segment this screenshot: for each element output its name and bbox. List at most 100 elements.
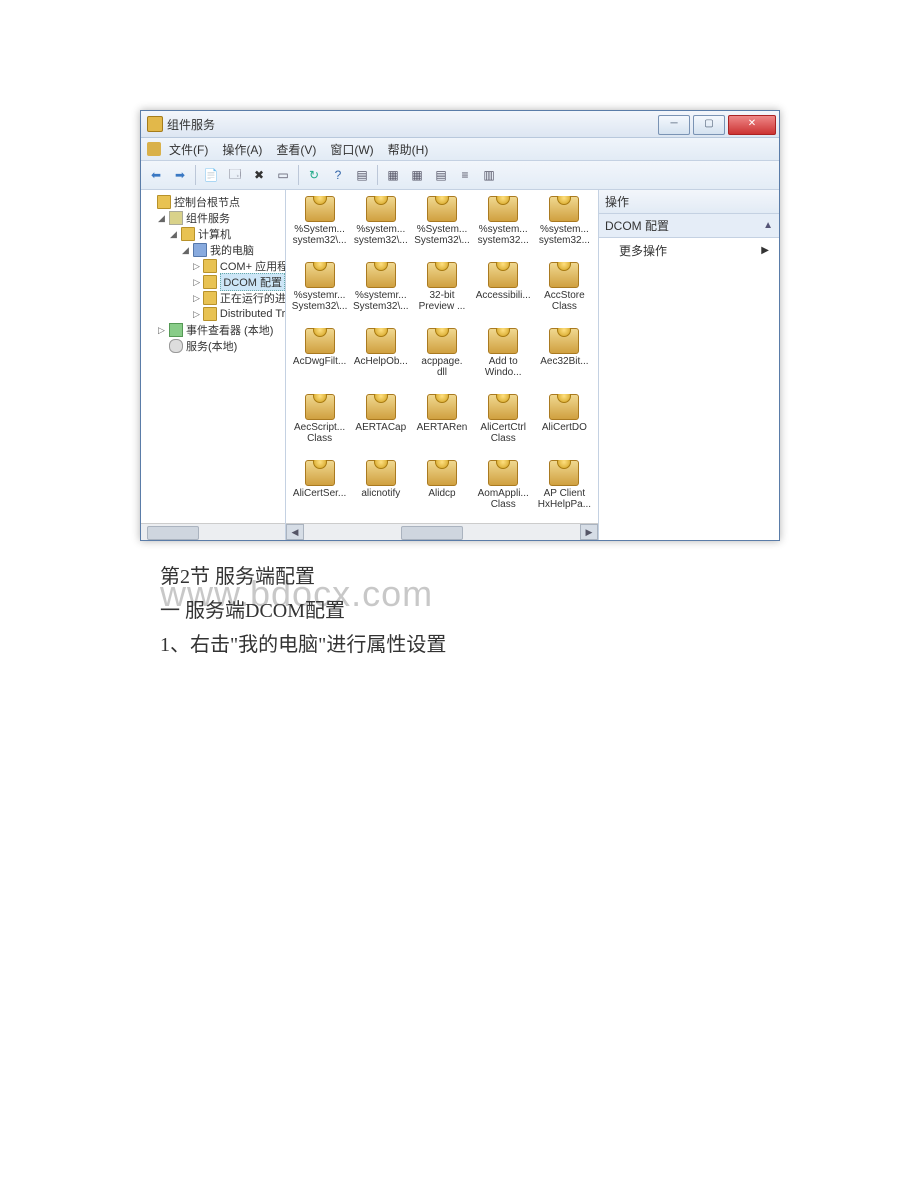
- package-icon: [427, 394, 457, 420]
- dcom-app-item[interactable]: AliCertCtrlClass: [474, 394, 533, 458]
- menu-window[interactable]: 窗口(W): [324, 139, 379, 160]
- dcom-app-item[interactable]: %system...system32...: [535, 196, 594, 260]
- view-button-5[interactable]: ▥: [478, 164, 500, 186]
- menubar: 文件(F) 操作(A) 查看(V) 窗口(W) 帮助(H): [141, 138, 779, 161]
- event-icon: [169, 323, 183, 337]
- package-icon: [427, 262, 457, 288]
- more-actions-item[interactable]: 更多操作 ▶: [599, 238, 779, 263]
- arrow-right-icon: ▶: [761, 245, 769, 256]
- titlebar[interactable]: 组件服务 ─ ▢ ✕: [141, 111, 779, 138]
- forward-button[interactable]: ➡: [169, 164, 191, 186]
- back-button[interactable]: ⬅: [145, 164, 167, 186]
- dcom-app-item[interactable]: AcHelpOb...: [351, 328, 410, 392]
- package-icon: [366, 328, 396, 354]
- view-button-2[interactable]: ▦: [406, 164, 428, 186]
- dcom-app-item[interactable]: alicnotify: [351, 460, 410, 524]
- dcom-app-item[interactable]: %System...System32\...: [412, 196, 471, 260]
- dcom-app-item[interactable]: AERTARen: [412, 394, 471, 458]
- tree-item[interactable]: ▷DCOM 配置: [145, 274, 285, 290]
- actions-section[interactable]: DCOM 配置 ▲: [599, 214, 779, 238]
- help-button[interactable]: ?: [327, 164, 349, 186]
- delete-button[interactable]: ✖: [248, 164, 270, 186]
- dcom-app-item[interactable]: AccStoreClass: [535, 262, 594, 326]
- svc-icon: [169, 339, 183, 353]
- scroll-left-button[interactable]: ◀: [286, 524, 304, 540]
- pc-icon: [193, 243, 207, 257]
- tree-item[interactable]: 服务(本地): [145, 338, 285, 354]
- window-icon: [147, 116, 163, 132]
- dcom-app-item[interactable]: AliCertDO: [535, 394, 594, 458]
- icon-scrollbar[interactable]: ◀ ▶: [286, 523, 598, 540]
- dcom-app-item[interactable]: Alidcp: [412, 460, 471, 524]
- tree-item[interactable]: ◢计算机: [145, 226, 285, 242]
- tree-item[interactable]: ▷Distributed Tran: [145, 306, 285, 322]
- package-icon: [305, 196, 335, 222]
- window-title: 组件服务: [167, 116, 215, 133]
- close-button[interactable]: ✕: [728, 115, 776, 135]
- folder-icon: [203, 275, 217, 289]
- view-button-1[interactable]: ▦: [382, 164, 404, 186]
- doc-line-2: 一 服务端DCOM配置: [160, 595, 760, 627]
- dcom-app-item[interactable]: acppage.dll: [412, 328, 471, 392]
- doc-line-3: 1、右击"我的电脑"进行属性设置: [160, 629, 760, 661]
- dcom-app-item[interactable]: AecScript...Class: [290, 394, 349, 458]
- package-icon: [488, 394, 518, 420]
- collapse-icon[interactable]: ▲: [763, 220, 773, 231]
- view-button-3[interactable]: ▤: [430, 164, 452, 186]
- dcom-app-item[interactable]: AERTACap: [351, 394, 410, 458]
- tree-item[interactable]: ▷事件查看器 (本地): [145, 322, 285, 338]
- dcom-app-item[interactable]: Accessibili...: [474, 262, 533, 326]
- refresh-button[interactable]: ↻: [303, 164, 325, 186]
- show-hide-button[interactable]: 🗔: [224, 164, 246, 186]
- package-icon: [488, 460, 518, 486]
- menu-action[interactable]: 操作(A): [216, 139, 268, 160]
- package-icon: [427, 328, 457, 354]
- properties-button[interactable]: ▭: [272, 164, 294, 186]
- package-icon: [427, 196, 457, 222]
- dcom-app-item[interactable]: %systemr...System32\...: [351, 262, 410, 326]
- dcom-app-item[interactable]: %system...system32\...: [351, 196, 410, 260]
- package-icon: [427, 460, 457, 486]
- tree-root[interactable]: 控制台根节点: [174, 194, 240, 210]
- tree-item[interactable]: ▷正在运行的进程: [145, 290, 285, 306]
- package-icon: [549, 262, 579, 288]
- scroll-right-button[interactable]: ▶: [580, 524, 598, 540]
- menu-help[interactable]: 帮助(H): [382, 139, 435, 160]
- folder-icon: [203, 291, 217, 305]
- dcom-app-item[interactable]: AliCertSer...: [290, 460, 349, 524]
- actions-pane: 操作 DCOM 配置 ▲ 更多操作 ▶: [599, 190, 779, 540]
- package-icon: [549, 460, 579, 486]
- menu-file[interactable]: 文件(F): [163, 139, 214, 160]
- maximize-button[interactable]: ▢: [693, 115, 725, 135]
- package-icon: [549, 196, 579, 222]
- menu-view[interactable]: 查看(V): [270, 139, 322, 160]
- package-icon: [488, 262, 518, 288]
- tree-item[interactable]: ▷COM+ 应用程序: [145, 258, 285, 274]
- icon-pane[interactable]: %System...system32\...%system...system32…: [286, 190, 599, 540]
- dcom-app-item[interactable]: Aec32Bit...: [535, 328, 594, 392]
- toolbar: ⬅ ➡ 📄 🗔 ✖ ▭ ↻ ? ▤ ▦ ▦ ▤ ≡ ▥: [141, 161, 779, 190]
- folder-icon: [203, 307, 217, 321]
- tree-pane[interactable]: 控制台根节点 ◢组件服务◢计算机◢我的电脑▷COM+ 应用程序▷DCOM 配置▷…: [141, 190, 286, 540]
- dcom-app-item[interactable]: AP ClientHxHelpPa...: [535, 460, 594, 524]
- dcom-app-item[interactable]: %systemr...System32\...: [290, 262, 349, 326]
- dcom-app-item[interactable]: AomAppli...Class: [474, 460, 533, 524]
- package-icon: [549, 394, 579, 420]
- dcom-app-item[interactable]: %System...system32\...: [290, 196, 349, 260]
- tree-item[interactable]: ◢我的电脑: [145, 242, 285, 258]
- package-icon: [488, 196, 518, 222]
- package-icon: [305, 262, 335, 288]
- export-button[interactable]: ▤: [351, 164, 373, 186]
- package-icon: [488, 328, 518, 354]
- dcom-app-item[interactable]: %system...system32...: [474, 196, 533, 260]
- dcom-app-item[interactable]: 32-bitPreview ...: [412, 262, 471, 326]
- document-text: www.bdocx.com 第2节 服务端配置 一 服务端DCOM配置 1、右击…: [160, 561, 760, 661]
- package-icon: [549, 328, 579, 354]
- up-button[interactable]: 📄: [200, 164, 222, 186]
- minimize-button[interactable]: ─: [658, 115, 690, 135]
- dcom-app-item[interactable]: AcDwgFilt...: [290, 328, 349, 392]
- view-button-4[interactable]: ≡: [454, 164, 476, 186]
- tree-item[interactable]: ◢组件服务: [145, 210, 285, 226]
- tree-scrollbar[interactable]: [141, 523, 285, 540]
- dcom-app-item[interactable]: Add toWindo...: [474, 328, 533, 392]
